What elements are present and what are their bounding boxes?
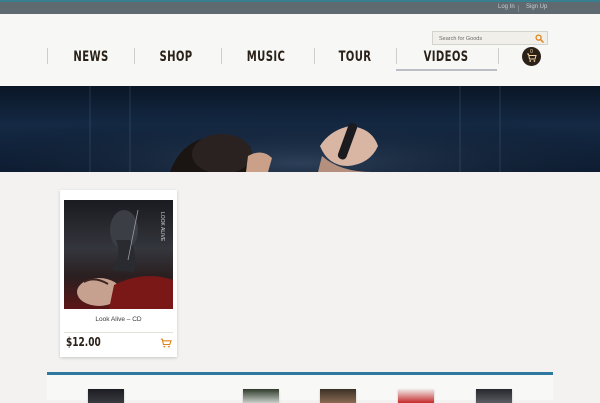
nav-divider [221,48,222,64]
signup-link[interactable]: Sign Up [526,4,547,10]
thumbnail[interactable] [398,389,434,403]
login-link[interactable]: Log In [498,4,515,10]
nav-item-news[interactable]: NEWS [62,44,120,71]
album-cover-image[interactable]: LOOK ALIVE [64,200,173,309]
add-to-cart-icon[interactable] [160,338,172,348]
nav-divider [134,48,135,64]
card-divider [64,332,173,333]
search-input[interactable] [439,34,531,43]
topbar-divider [518,5,519,12]
thumbnail[interactable] [88,389,124,403]
thumbnail[interactable] [320,389,356,403]
nav-item-music[interactable]: MUSIC [237,44,295,71]
product-price: $12.00 [66,335,101,349]
hero-banner [0,86,600,172]
cart-button[interactable]: 0 [522,47,541,66]
nav-item-tour[interactable]: TOUR [326,44,384,71]
nav-divider [396,48,397,64]
search-box [432,31,548,45]
nav-divider [47,48,48,64]
featured-strip [47,372,553,403]
product-name[interactable]: Look Alive – CD [60,316,177,323]
nav-item-videos[interactable]: VIDEOS [417,44,475,71]
top-bar: Log In Sign Up [0,0,600,14]
album-art: LOOK ALIVE [77,209,173,309]
banner-photo [0,86,600,172]
thumbnail[interactable] [476,389,512,403]
thumbnail[interactable] [243,389,279,403]
nav-divider [314,48,315,64]
nav-active-indicator [396,69,497,71]
nav-item-shop[interactable]: SHOP [147,44,205,71]
search-icon[interactable] [535,34,544,43]
svg-text:LOOK ALIVE: LOOK ALIVE [159,212,165,242]
product-card[interactable]: LOOK ALIVE Look Alive – CD $12.00 [60,190,177,357]
main-nav: NEWS SHOP MUSIC TOUR VIDEOS [0,44,600,74]
cart-count: 0 [530,49,533,55]
nav-divider [498,48,499,64]
